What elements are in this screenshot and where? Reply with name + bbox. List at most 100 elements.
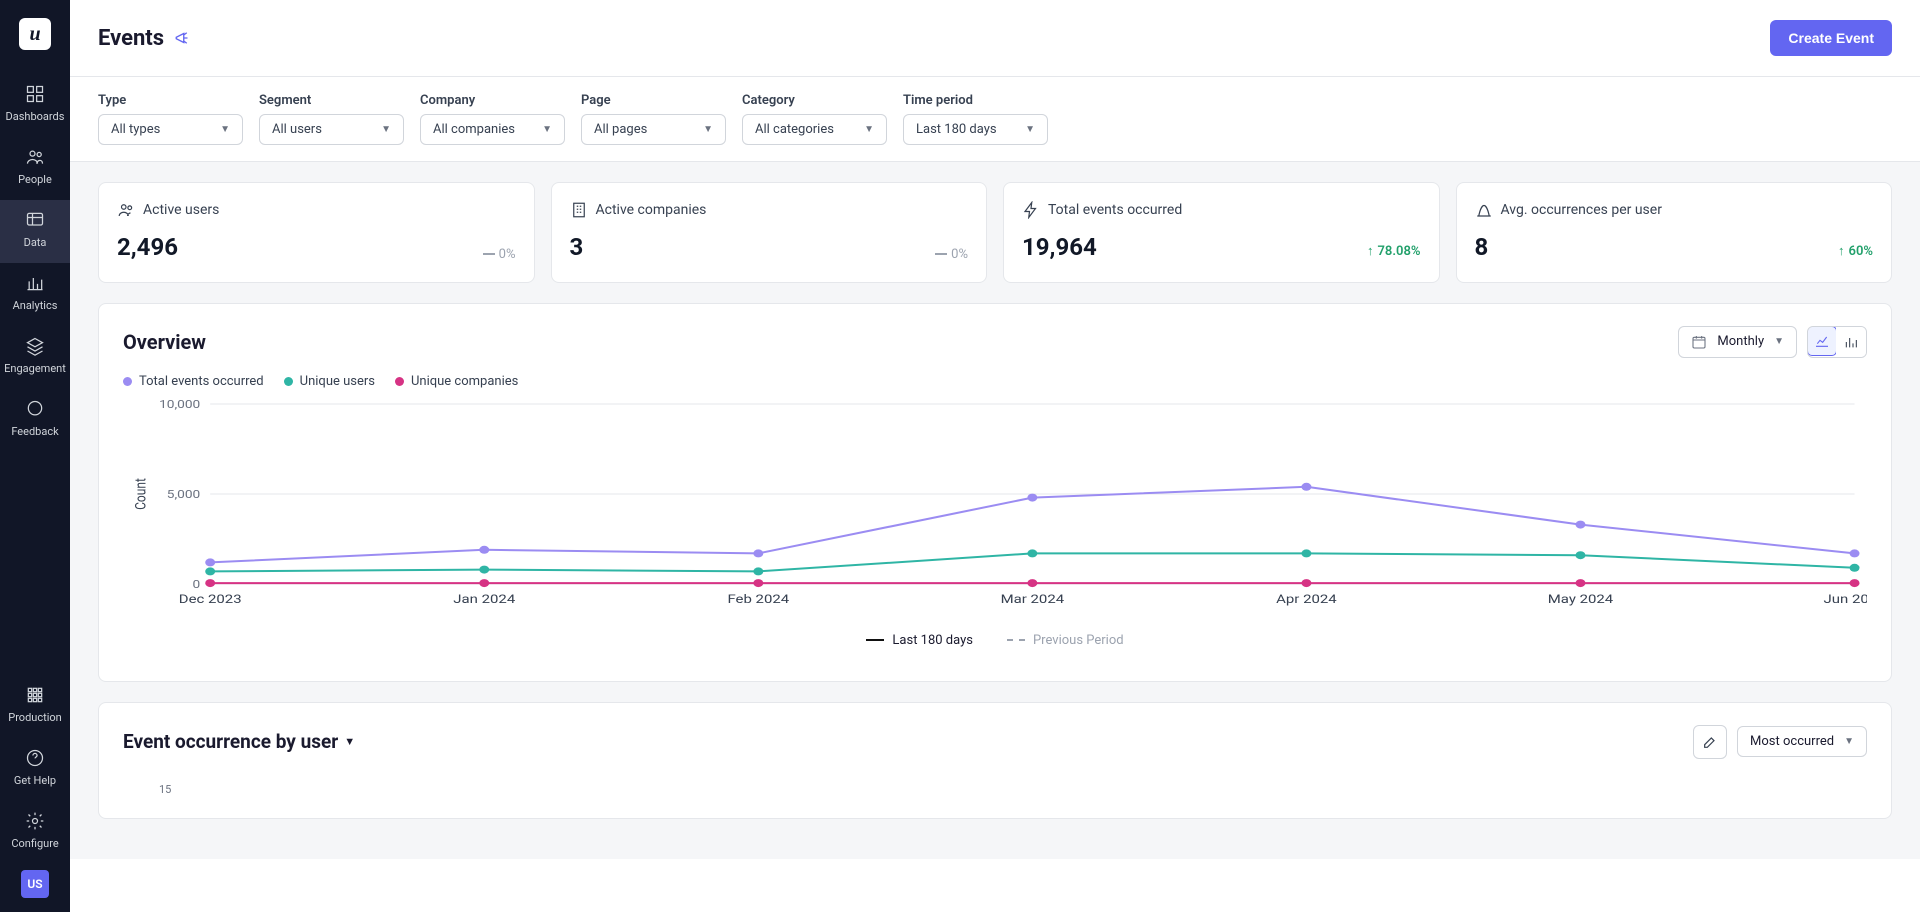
chart-period-legend: Last 180 days Previous Period: [123, 633, 1867, 648]
filter-type: Type All types▼: [98, 93, 243, 145]
sidebar-item-dashboards[interactable]: Dashboards: [0, 74, 70, 137]
svg-text:Apr 2024: Apr 2024: [1276, 592, 1337, 606]
line-chart-icon: [1814, 333, 1830, 349]
building-icon: [570, 201, 588, 219]
create-event-button[interactable]: Create Event: [1770, 20, 1892, 56]
legend-item: Unique users: [284, 374, 375, 389]
filter-bar: Type All types▼ Segment All users▼ Compa…: [70, 77, 1920, 162]
apps-icon: [25, 685, 45, 705]
bar-chart-icon: [1843, 334, 1859, 350]
overview-panel: Overview Monthly ▼: [98, 303, 1892, 682]
megaphone-icon: [174, 29, 192, 47]
feedback-icon: [25, 399, 45, 419]
sidebar-item-label: Get Help: [14, 774, 56, 787]
filter-category-select[interactable]: All categories▼: [742, 114, 887, 145]
sidebar-item-engagement[interactable]: Engagement: [0, 326, 70, 389]
filter-company-select[interactable]: All companies▼: [420, 114, 565, 145]
stat-title: Avg. occurrences per user: [1501, 202, 1662, 218]
svg-text:Mar 2024: Mar 2024: [1001, 592, 1065, 606]
avatar[interactable]: US: [21, 870, 49, 898]
svg-text:5,000: 5,000: [167, 488, 200, 501]
svg-text:May 2024: May 2024: [1548, 592, 1614, 606]
filter-time-period: Time period Last 180 days▼: [903, 93, 1048, 145]
stat-card-active-companies: Active companies 3 0%: [551, 182, 988, 283]
stat-value: 8: [1475, 233, 1489, 261]
stat-title: Active companies: [596, 202, 707, 218]
filter-type-select[interactable]: All types▼: [98, 114, 243, 145]
calendar-icon: [1691, 334, 1707, 350]
stat-change: ↑ 60%: [1838, 243, 1873, 259]
chevron-down-icon: ▼: [381, 124, 391, 135]
page-header: Events Create Event: [70, 0, 1920, 77]
chevron-down-icon: ▼: [1025, 124, 1035, 135]
chart-view-toggle: [1807, 326, 1867, 358]
sidebar-bottom: Production Get Help Configure US: [0, 675, 70, 898]
svg-text:10,000: 10,000: [159, 399, 200, 412]
y-axis-tick: 15: [123, 759, 1867, 796]
filter-label: Company: [420, 93, 565, 108]
filter-label: Time period: [903, 93, 1048, 108]
data-icon: [25, 210, 45, 230]
stat-card-avg-occurrences: Avg. occurrences per user 8 ↑ 60%: [1456, 182, 1893, 283]
legend-item: Unique companies: [395, 374, 518, 389]
interval-select[interactable]: Monthly ▼: [1678, 326, 1797, 358]
filter-label: Segment: [259, 93, 404, 108]
line-chart-toggle[interactable]: [1807, 326, 1837, 356]
chevron-down-icon: ▼: [542, 124, 552, 135]
logo[interactable]: u: [19, 18, 51, 50]
sidebar-item-label: Data: [24, 236, 47, 249]
pencil-icon: [1702, 734, 1718, 750]
stat-change: ↑ 78.08%: [1367, 243, 1421, 259]
sidebar-item-label: People: [18, 173, 52, 186]
filter-category: Category All categories▼: [742, 93, 887, 145]
filter-time-period-select[interactable]: Last 180 days▼: [903, 114, 1048, 145]
stat-card-total-events: Total events occurred 19,964 ↑ 78.08%: [1003, 182, 1440, 283]
stat-value: 19,964: [1022, 233, 1097, 261]
people-icon: [25, 147, 45, 167]
svg-text:0: 0: [193, 578, 201, 591]
chevron-down-icon: ▼: [220, 124, 230, 135]
bell-curve-icon: [1475, 201, 1493, 219]
chart-svg: 05,00010,000CountDec 2023Jan 2024Feb 202…: [123, 399, 1867, 609]
sidebar-item-label: Configure: [11, 837, 58, 850]
svg-text:Dec 2023: Dec 2023: [179, 592, 242, 606]
sort-select[interactable]: Most occurred ▼: [1737, 726, 1867, 757]
grid-icon: [25, 84, 45, 104]
sidebar-item-feedback[interactable]: Feedback: [0, 389, 70, 452]
filter-segment-select[interactable]: All users▼: [259, 114, 404, 145]
sidebar-item-data[interactable]: Data: [0, 200, 70, 263]
sidebar-item-label: Dashboards: [6, 110, 65, 123]
sidebar-item-people[interactable]: People: [0, 137, 70, 200]
current-period: Last 180 days: [866, 633, 973, 648]
sidebar-item-production[interactable]: Production: [0, 675, 70, 738]
event-occurrence-title[interactable]: Event occurrence by user ▼: [123, 730, 355, 753]
gear-icon: [25, 811, 45, 831]
svg-text:Feb 2024: Feb 2024: [727, 592, 789, 606]
sidebar: u Dashboards People Data Analytics Engag…: [0, 0, 70, 912]
sidebar-item-label: Feedback: [11, 425, 58, 438]
filter-label: Page: [581, 93, 726, 108]
layers-icon: [25, 336, 45, 356]
sidebar-item-help[interactable]: Get Help: [0, 738, 70, 801]
stats-row: Active users 2,496 0% Active companies 3…: [98, 182, 1892, 283]
page-title: Events: [98, 26, 192, 51]
chevron-down-icon: ▼: [703, 124, 713, 135]
chart-legend: Total events occurred Unique users Uniqu…: [123, 374, 1867, 389]
overview-chart: 05,00010,000CountDec 2023Jan 2024Feb 202…: [123, 399, 1867, 659]
chevron-down-icon: ▼: [864, 124, 874, 135]
bar-chart-toggle[interactable]: [1836, 327, 1866, 357]
edit-button[interactable]: [1693, 725, 1727, 759]
event-occurrence-panel: Event occurrence by user ▼ Most occurred…: [98, 702, 1892, 819]
legend-item: Total events occurred: [123, 374, 264, 389]
filter-page: Page All pages▼: [581, 93, 726, 145]
chevron-down-icon: ▼: [344, 735, 355, 748]
sidebar-item-analytics[interactable]: Analytics: [0, 263, 70, 326]
help-icon: [25, 748, 45, 768]
sidebar-item-configure[interactable]: Configure: [0, 801, 70, 864]
svg-text:Count: Count: [132, 478, 150, 510]
stat-card-active-users: Active users 2,496 0%: [98, 182, 535, 283]
filter-page-select[interactable]: All pages▼: [581, 114, 726, 145]
main: Events Create Event Type All types▼ Segm…: [70, 0, 1920, 912]
sidebar-item-label: Production: [8, 711, 61, 724]
filter-label: Category: [742, 93, 887, 108]
